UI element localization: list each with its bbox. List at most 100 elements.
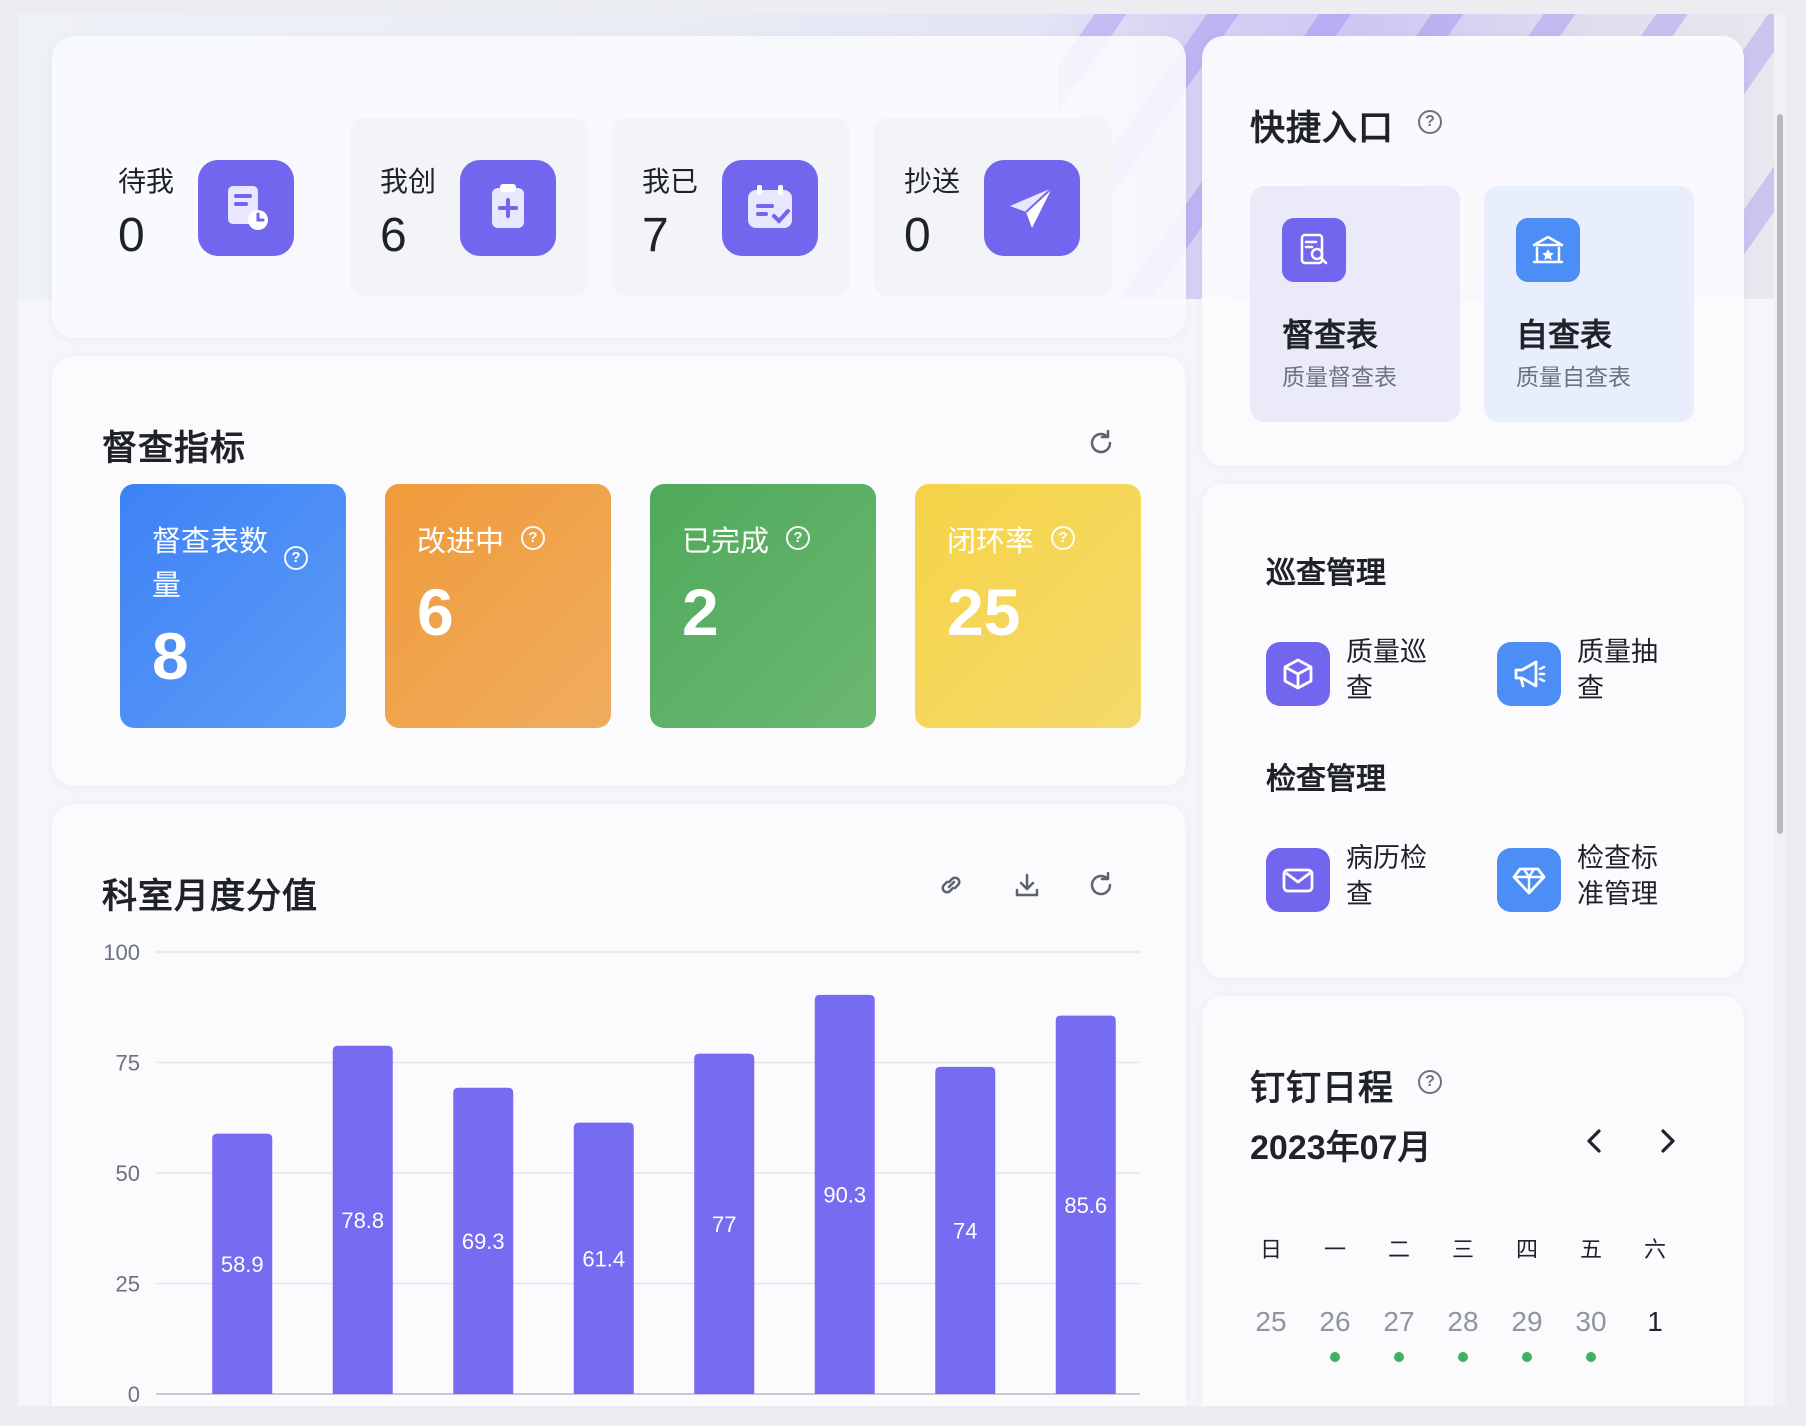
menu-quality-patrol[interactable]: 质量巡查: [1266, 637, 1466, 710]
download-icon[interactable]: [1012, 870, 1042, 900]
refresh-icon[interactable]: [1086, 870, 1116, 900]
bar-value-label: 74: [953, 1218, 977, 1243]
weekday-label: 四: [1515, 1237, 1538, 1262]
menu-label: 质量抽查: [1577, 637, 1658, 703]
help-icon[interactable]: ?: [1418, 1070, 1442, 1094]
stat-label: 抄送: [904, 166, 961, 197]
help-icon[interactable]: ?: [521, 526, 545, 550]
megaphone-icon: [1497, 642, 1561, 706]
bar-value-label: 85.6: [1064, 1193, 1107, 1218]
weekday-label: 六: [1643, 1237, 1666, 1262]
metric-completed[interactable]: 已完成? 2: [650, 484, 876, 728]
event-dot: [1330, 1352, 1340, 1362]
quick-tile-subtitle: 质量自查表: [1516, 364, 1631, 390]
help-icon[interactable]: ?: [1418, 110, 1442, 134]
scrollbar[interactable]: [1774, 14, 1786, 1406]
stat-done[interactable]: 我已 7: [612, 118, 850, 296]
card-title: 科室月度分值: [102, 877, 319, 916]
help-icon[interactable]: ?: [284, 546, 308, 570]
link-icon[interactable]: [936, 870, 966, 900]
document-clock-icon: [198, 160, 294, 256]
diamond-icon: [1497, 848, 1561, 912]
bar-value-label: 78.8: [341, 1208, 384, 1233]
quick-tile-title: 督查表: [1282, 317, 1379, 353]
chevron-right-icon[interactable]: [1652, 1126, 1682, 1156]
card-title: 督查指标: [102, 429, 247, 468]
metric-value: 8: [152, 619, 189, 693]
quick-tile-self-check-form[interactable]: 自查表 质量自查表: [1484, 186, 1694, 422]
quick-entry-card: 快捷入口 ? 督查表 质量督查表 自查表 质量自查表: [1202, 36, 1744, 466]
event-dot: [1394, 1352, 1404, 1362]
metric-value: 25: [947, 575, 1021, 649]
y-tick-label: 25: [116, 1272, 140, 1297]
calendar-day[interactable]: 28: [1438, 1306, 1488, 1338]
stat-value: 7: [642, 209, 669, 262]
stat-cc[interactable]: 抄送 0: [874, 118, 1112, 296]
weekday-label: 三: [1451, 1237, 1474, 1262]
clipboard-plus-icon: [460, 160, 556, 256]
quick-tile-subtitle: 质量督查表: [1282, 364, 1397, 390]
menu-label: 病历检查: [1346, 843, 1427, 909]
calendar-day[interactable]: 1: [1630, 1306, 1680, 1338]
calendar-day[interactable]: 29: [1502, 1306, 1552, 1338]
stat-created[interactable]: 我创 6: [350, 118, 588, 296]
calendar-month: 2023年07月: [1250, 1129, 1432, 1167]
dept-score-bar-chart: 025507510058.91月78.82月69.33月61.44月775月90…: [103, 940, 1140, 1406]
section-title-patrol: 巡查管理: [1266, 557, 1386, 590]
event-dot: [1458, 1352, 1468, 1362]
stat-pending[interactable]: 待我 0: [88, 118, 326, 296]
stat-value: 6: [380, 209, 407, 262]
help-icon[interactable]: ?: [786, 526, 810, 550]
menu-check-standard[interactable]: 检查标准管理: [1497, 843, 1697, 916]
card-title: 快捷入口: [1250, 109, 1395, 148]
menu-record-check[interactable]: 病历检查: [1266, 843, 1466, 916]
dept-score-card: 科室月度分值 0 25 50 75 100 58.9 1月 78.8 2月 69.3 3月 61.4 4…: [52, 804, 1186, 1406]
metric-closure-rate[interactable]: 闭环率? 25: [915, 484, 1141, 728]
weekday-label: 二: [1387, 1237, 1410, 1262]
institution-icon: [1516, 218, 1580, 282]
bar-value-label: 90.3: [823, 1182, 866, 1207]
scroll-thumb[interactable]: [1777, 114, 1783, 834]
bar-value-label: 61.4: [582, 1246, 625, 1271]
calendar-day[interactable]: 27: [1374, 1306, 1424, 1338]
quick-tile-inspection-form[interactable]: 督查表 质量督查表: [1250, 186, 1460, 422]
event-dot: [1522, 1352, 1532, 1362]
help-icon[interactable]: ?: [1051, 526, 1075, 550]
envelope-icon: [1266, 848, 1330, 912]
stat-label: 我创: [380, 166, 437, 197]
metric-inspection-count[interactable]: 督查表数量? 8: [120, 484, 346, 728]
cube-icon: [1266, 642, 1330, 706]
y-tick-label: 75: [116, 1051, 140, 1076]
metric-label: 改进中: [417, 526, 505, 558]
menu-quality-spot-check[interactable]: 质量抽查: [1497, 637, 1697, 710]
stats-card: 待我 0 我创 6 我已 7 抄送 0: [52, 36, 1186, 338]
stat-label: 待我: [118, 166, 175, 197]
calendar-day[interactable]: 30: [1566, 1306, 1616, 1338]
weekday-label: 一: [1323, 1237, 1346, 1262]
stat-label: 我已: [642, 166, 699, 197]
bar-value-label: 77: [712, 1212, 736, 1237]
metric-improving[interactable]: 改进中? 6: [385, 484, 611, 728]
metric-label: 已完成: [682, 526, 770, 558]
metric-label: 闭环率: [947, 526, 1035, 558]
card-title: 钉钉日程: [1250, 1069, 1395, 1108]
weekday-label: 日: [1259, 1237, 1282, 1262]
bar-value-label: 69.3: [462, 1229, 505, 1254]
calendar-card: 钉钉日程 ? 2023年07月 日 一 二 三 四 五 六 25 26 27 28 29 30 1: [1202, 996, 1744, 1406]
section-title-check: 检查管理: [1266, 763, 1386, 796]
management-card: 巡查管理 质量巡查 质量抽查 检查管理 病历检查 检查标准管理: [1202, 484, 1744, 978]
y-tick-label: 100: [103, 940, 140, 965]
metric-label: 督查表数量: [152, 526, 269, 602]
chevron-left-icon[interactable]: [1580, 1126, 1610, 1156]
bar-value-label: 58.9: [221, 1252, 264, 1277]
search-document-icon: [1282, 218, 1346, 282]
quick-tile-title: 自查表: [1516, 317, 1613, 353]
menu-label: 质量巡查: [1346, 637, 1427, 703]
calendar-day[interactable]: 25: [1246, 1306, 1296, 1338]
menu-label: 检查标准管理: [1577, 843, 1658, 909]
y-tick-label: 0: [128, 1382, 140, 1406]
app-frame: 待我 0 我创 6 我已 7 抄送 0 督查指标 督查表数量 ? 8 改进中 ?…: [18, 14, 1786, 1406]
calendar-day[interactable]: 26: [1310, 1306, 1360, 1338]
metric-value: 6: [417, 575, 454, 649]
refresh-icon[interactable]: [1086, 428, 1116, 458]
